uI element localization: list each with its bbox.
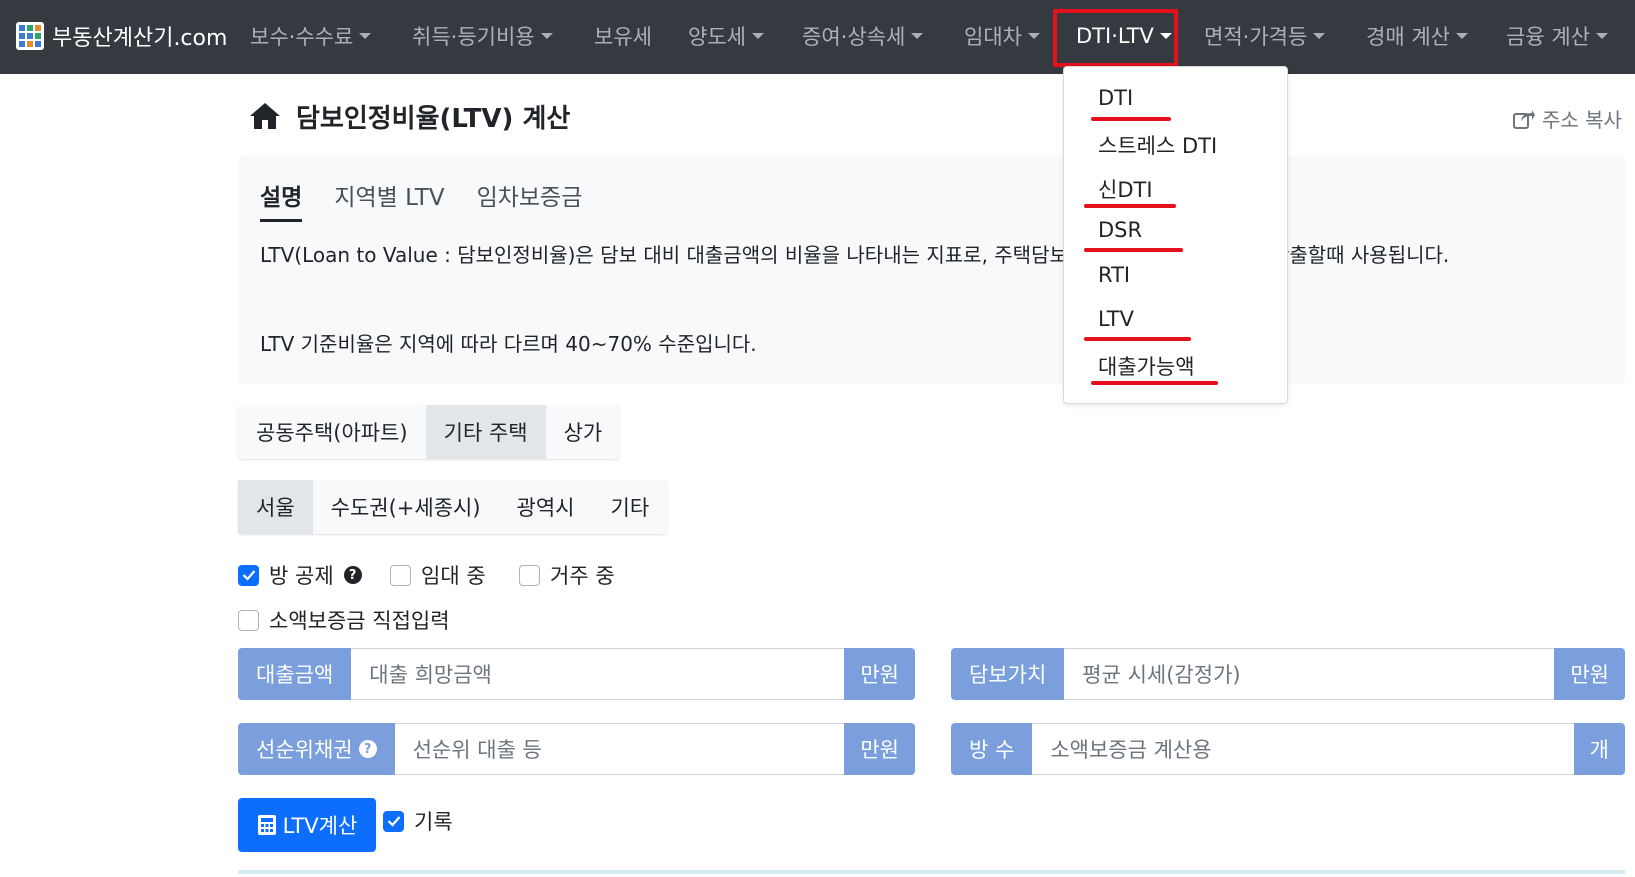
checkbox-checked-icon[interactable] <box>238 564 259 586</box>
collateral-value-group: 담보가치 평균 시세(감정가) 만원 <box>951 648 1625 700</box>
checkbox-checked-icon[interactable] <box>383 810 404 832</box>
nav-lease[interactable]: 임대차 <box>964 20 1040 52</box>
loan-amount-unit: 만원 <box>844 648 915 700</box>
room-deduction-label: 방 공제 <box>269 564 334 588</box>
checkbox-unchecked-icon[interactable] <box>390 564 411 586</box>
loan-amount-input[interactable]: 대출 희망금액 <box>351 648 845 700</box>
housing-apartment-button[interactable]: 공동주택(아파트) <box>238 405 426 459</box>
region-seoul-button[interactable]: 서울 <box>238 480 313 534</box>
renting-checkbox[interactable]: 임대 중 <box>390 560 486 590</box>
nav-acquisition-cost[interactable]: 취득·등기비용 <box>412 20 553 52</box>
residing-label: 거주 중 <box>550 564 615 588</box>
room-deduction-checkbox[interactable]: 방 공제 ? <box>238 560 362 590</box>
menu-item-ltv[interactable]: LTV <box>1098 307 1134 331</box>
caret-down-icon <box>359 33 372 39</box>
nav-finance-calc[interactable]: 금융 계산 <box>1506 20 1608 52</box>
region-capital-button[interactable]: 수도권(+세종시) <box>313 480 499 534</box>
prior-claims-label-text: 선순위채권 <box>256 738 353 762</box>
checkbox-unchecked-icon[interactable] <box>238 609 259 631</box>
menu-item-rti[interactable]: RTI <box>1098 263 1130 287</box>
caret-down-icon <box>540 33 553 39</box>
menu-item-loan-limit[interactable]: 대출가능액 <box>1098 351 1195 381</box>
menu-item-stress-dti[interactable]: 스트레스 DTI <box>1098 130 1217 160</box>
nav-brokerage-fee[interactable]: 보수·수수료 <box>250 20 372 52</box>
calculator-logo-icon <box>16 22 44 50</box>
calculator-icon <box>257 815 276 835</box>
collateral-value-input[interactable]: 평균 시세(감정가) <box>1064 648 1555 700</box>
prior-claims-input[interactable]: 선순위 대출 등 <box>394 723 845 775</box>
region-metro-button[interactable]: 광역시 <box>499 480 593 534</box>
nav-holding-tax[interactable]: 보유세 <box>594 20 652 52</box>
red-underline <box>1091 381 1218 385</box>
info-card: 설명 지역별 LTV 임차보증금 LTV(Loan to Value : 담보인… <box>238 156 1625 384</box>
prior-claims-label: 선순위채권 ? <box>238 723 395 775</box>
description-text: LTV(Loan to Value : 담보인정비율)은 담보 대비 대출금액의… <box>260 243 1450 267</box>
record-label: 기록 <box>414 810 453 834</box>
copy-url-button[interactable]: 주소 복사 <box>1512 104 1622 133</box>
room-count-label: 방 수 <box>951 723 1033 775</box>
housing-commercial-button[interactable]: 상가 <box>546 405 621 459</box>
small-deposit-checkbox[interactable]: 소액보증금 직접입력 <box>238 605 450 635</box>
brand-name: 부동산계산기.com <box>52 26 228 51</box>
highlight-box <box>1053 9 1178 67</box>
prior-claims-group: 선순위채권 ? 선순위 대출 등 만원 <box>238 723 915 775</box>
tab-regional-ltv[interactable]: 지역별 LTV <box>334 178 444 222</box>
loan-amount-group: 대출금액 대출 희망금액 만원 <box>238 648 915 700</box>
room-count-input[interactable]: 소액보증금 계산용 <box>1032 723 1574 775</box>
region-other-button[interactable]: 기타 <box>593 480 668 534</box>
nav-auction-calc[interactable]: 경매 계산 <box>1366 20 1468 52</box>
menu-item-dsr[interactable]: DSR <box>1098 218 1142 242</box>
region-group: 서울 수도권(+세종시) 광역시 기타 <box>238 480 668 534</box>
nav-gift-inheritance-tax[interactable]: 증여·상속세 <box>802 20 924 52</box>
checkbox-unchecked-icon[interactable] <box>519 564 540 586</box>
caret-down-icon <box>751 33 764 39</box>
red-underline <box>1084 337 1191 341</box>
caret-down-icon <box>1027 33 1040 39</box>
page-title: 담보인정비율(LTV) 계산 <box>248 96 570 136</box>
help-icon[interactable]: ? <box>358 740 377 758</box>
ltv-calculate-label: LTV계산 <box>282 814 358 838</box>
residing-checkbox[interactable]: 거주 중 <box>519 560 615 590</box>
caret-down-icon <box>1313 33 1326 39</box>
collateral-value-unit: 만원 <box>1554 648 1625 700</box>
dti-ltv-dropdown-menu: DTI 스트레스 DTI 신DTI DSR RTI LTV 대출가능액 <box>1063 66 1288 404</box>
menu-item-new-dti[interactable]: 신DTI <box>1098 174 1153 204</box>
red-underline <box>1084 248 1183 252</box>
caret-down-icon <box>1455 33 1468 39</box>
red-underline <box>1084 204 1176 208</box>
loan-amount-label: 대출금액 <box>238 648 352 700</box>
help-icon[interactable]: ? <box>343 566 362 584</box>
room-count-unit: 개 <box>1573 723 1625 775</box>
menu-item-dti[interactable]: DTI <box>1098 86 1133 110</box>
info-tabs: 설명 지역별 LTV 임차보증금 <box>260 178 582 222</box>
renting-label: 임대 중 <box>421 564 486 588</box>
tab-description[interactable]: 설명 <box>260 178 303 222</box>
collateral-value-label: 담보가치 <box>951 648 1065 700</box>
copy-url-label: 주소 복사 <box>1542 108 1622 132</box>
tab-rental-deposit[interactable]: 임차보증금 <box>477 178 583 222</box>
top-navbar: 부동산계산기.com 보수·수수료 취득·등기비용 보유세 양도세 증여·상속세… <box>0 0 1635 74</box>
nav-area-price[interactable]: 면적·가격등 <box>1204 20 1326 52</box>
housing-type-group: 공동주택(아파트) 기타 주택 상가 <box>238 405 621 459</box>
brand-link[interactable]: 부동산계산기.com <box>16 20 227 52</box>
caret-down-icon <box>911 33 924 39</box>
small-deposit-label: 소액보증금 직접입력 <box>269 609 450 633</box>
ltv-ratio-text: LTV 기준비율은 지역에 따라 다르며 40~70% 수준입니다. <box>260 332 757 356</box>
page-title-text: 담보인정비율(LTV) 계산 <box>296 103 571 134</box>
ltv-calculate-button[interactable]: LTV계산 <box>238 798 376 852</box>
result-area-border <box>238 870 1625 874</box>
record-checkbox[interactable]: 기록 <box>383 806 453 836</box>
room-count-group: 방 수 소액보증금 계산용 개 <box>951 723 1625 775</box>
housing-other-button[interactable]: 기타 주택 <box>425 405 546 459</box>
share-icon <box>1513 109 1535 129</box>
nav-transfer-tax[interactable]: 양도세 <box>688 20 764 52</box>
caret-down-icon <box>1595 33 1608 39</box>
red-underline <box>1091 117 1171 121</box>
prior-claims-unit: 만원 <box>844 723 915 775</box>
home-icon <box>250 103 280 129</box>
